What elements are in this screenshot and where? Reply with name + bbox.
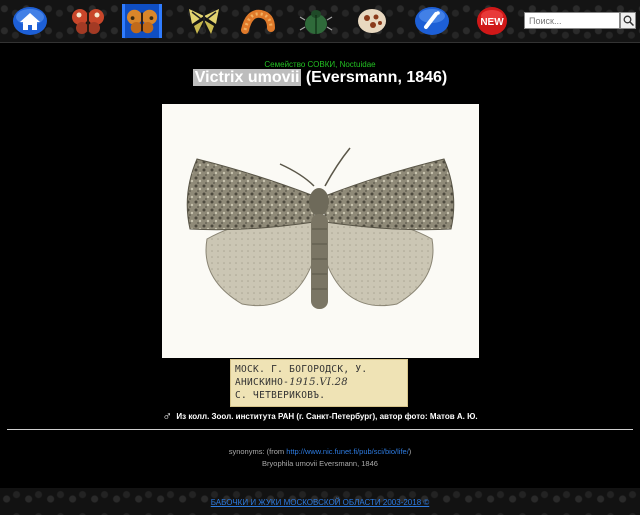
label-line-1: МОСК. Г. БОГОРОДСК, У. xyxy=(235,364,368,375)
new-badge-icon: NEW xyxy=(477,7,507,35)
synonyms-suffix: ) xyxy=(408,447,412,456)
photo-caption: ♂ Из колл. Зоол. института РАН (г. Санкт… xyxy=(0,408,640,423)
nav-home-button[interactable] xyxy=(12,4,48,38)
species-author: (Eversmann, 1846) xyxy=(305,69,448,86)
family-line: Семейство СОВКИ, Noctuidae xyxy=(264,60,376,69)
search-icon xyxy=(623,15,634,26)
egg-icon xyxy=(358,9,386,33)
home-icon xyxy=(13,7,47,35)
info-icon xyxy=(415,7,449,35)
nav-moths-button[interactable] xyxy=(122,4,162,38)
nav-beetles-button[interactable] xyxy=(298,4,334,38)
label-line-2-printed: АНИСКИНО- xyxy=(235,377,290,388)
nav-swallowtails-button[interactable] xyxy=(186,4,222,38)
synonyms-prefix: synonyms: (from xyxy=(228,447,287,456)
search-input[interactable] xyxy=(524,12,620,29)
caterpillar-icon xyxy=(241,9,275,34)
nav-new-button[interactable]: NEW xyxy=(474,4,510,38)
nav-caterpillars-button[interactable] xyxy=(240,4,276,38)
top-navigation-bar: NEW xyxy=(0,0,640,43)
label-line-3: С. ЧЕТВЕРИКОВЪ. xyxy=(235,390,326,401)
nav-butterflies-button[interactable] xyxy=(70,4,106,38)
swallowtail-icon xyxy=(189,9,219,34)
nav-info-button[interactable] xyxy=(414,4,450,38)
butterfly-icon xyxy=(72,9,104,34)
species-title: Victrix umovii (Eversmann, 1846) xyxy=(0,69,640,87)
moth-specimen-image xyxy=(186,147,455,309)
species-name: Victrix umovii xyxy=(192,69,302,86)
specimen-label: МОСК. Г. БОГОРОДСК, У. АНИСКИНО-1915.VI.… xyxy=(230,359,408,407)
male-symbol-icon: ♂ xyxy=(162,408,173,423)
label-line-2-handwritten: 1915.VI.28 xyxy=(289,377,348,388)
synonym-name: Bryophila umovii Eversmann, 1846 xyxy=(262,459,378,468)
synonyms-line: synonyms: (from http://www.nic.funet.fi/… xyxy=(0,447,640,456)
moth-icon xyxy=(126,9,158,34)
divider xyxy=(7,429,633,430)
footer-bar: БАБОЧКИ И ЖУКИ МОСКОВСКОЙ ОБЛАСТИ 2003-2… xyxy=(0,488,640,515)
search-button[interactable] xyxy=(620,12,636,29)
caption-text: Из колл. Зоол. института РАН (г. Санкт-П… xyxy=(176,412,478,421)
label-line-2: АНИСКИНО-1915.VI.28 xyxy=(235,376,403,389)
footer-link[interactable]: БАБОЧКИ И ЖУКИ МОСКОВСКОЙ ОБЛАСТИ 2003-2… xyxy=(0,498,640,507)
beetle-icon xyxy=(299,10,333,34)
svg-text:NEW: NEW xyxy=(480,17,504,28)
funet-link[interactable]: http://www.nic.funet.fi/pub/sci/bio/life… xyxy=(286,447,409,456)
nav-eggs-button[interactable] xyxy=(354,4,390,38)
specimen-photo xyxy=(162,104,479,358)
